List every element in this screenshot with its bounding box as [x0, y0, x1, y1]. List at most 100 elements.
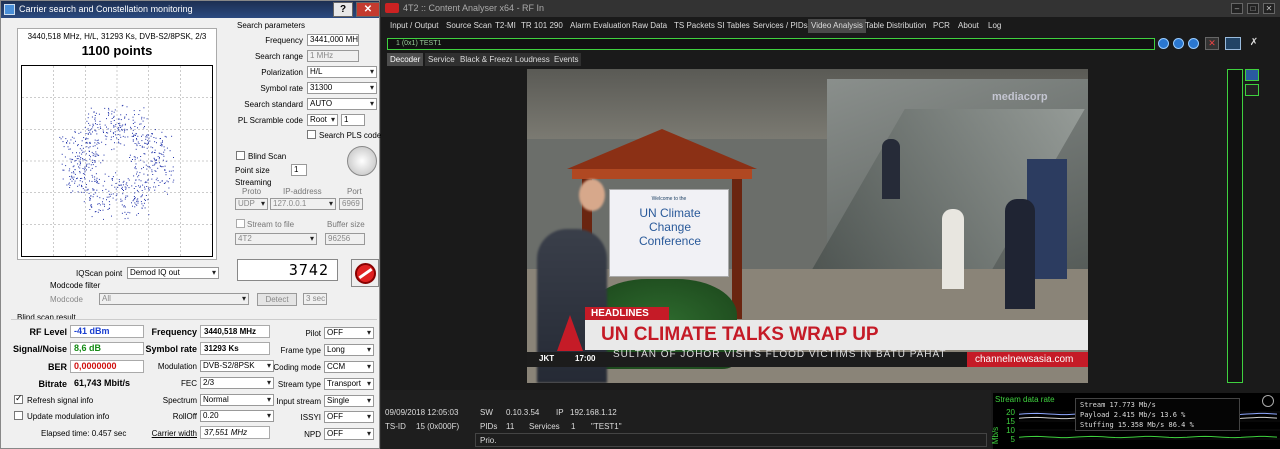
- symbol-rate-select[interactable]: 31300: [307, 82, 377, 94]
- play-icon[interactable]: [1173, 38, 1184, 49]
- point-size-input[interactable]: 1: [291, 164, 307, 176]
- subtab-black-freeze[interactable]: Black & Freeze: [457, 53, 518, 66]
- tab-services-pids[interactable]: Services / PIDs: [750, 19, 811, 33]
- zoom-icon[interactable]: [1262, 395, 1274, 407]
- refresh-signal-checkbox[interactable]: [14, 393, 23, 404]
- spectrum-select[interactable]: Normal: [200, 394, 274, 406]
- pilot-select[interactable]: OFF: [324, 327, 374, 339]
- proto-label: Proto: [242, 187, 262, 196]
- update-modulation-checkbox[interactable]: [14, 411, 23, 420]
- port-input[interactable]: 6969: [339, 198, 363, 210]
- frame-type-select[interactable]: Long: [324, 344, 374, 356]
- bitrate-label: Bitrate: [38, 379, 67, 389]
- buffer-size-input[interactable]: 96256: [325, 233, 365, 245]
- service-select-value: 1 (0x1) TEST1: [396, 40, 442, 47]
- scan-globe-icon[interactable]: [347, 146, 377, 176]
- help-button[interactable]: ?: [333, 2, 353, 17]
- carrier-width-label: Carrier width: [151, 429, 197, 438]
- left-titlebar: Carrier search and Constellation monitor…: [1, 1, 380, 18]
- tab-input-output[interactable]: Input / Output: [387, 19, 441, 33]
- rewind-icon[interactable]: [1158, 38, 1169, 49]
- subtab-decoder[interactable]: Decoder: [387, 53, 424, 66]
- search-range-input[interactable]: 1 MHz: [307, 50, 359, 62]
- tab-about[interactable]: About: [955, 19, 982, 33]
- ticker-city: JKT: [539, 354, 555, 363]
- stop-button[interactable]: [351, 259, 379, 287]
- modcode-label: Modcode: [50, 295, 83, 304]
- close-icon[interactable]: ✕: [1263, 3, 1275, 14]
- rolloff-select[interactable]: 0.20: [200, 410, 274, 422]
- forward-icon[interactable]: [1188, 38, 1199, 49]
- subtab-service[interactable]: Service: [425, 53, 458, 66]
- modulation-select[interactable]: DVB-S2/8PSK: [200, 360, 274, 372]
- search-pls-checkbox[interactable]: [307, 130, 316, 139]
- stream-target-select[interactable]: 4T2: [235, 233, 317, 245]
- search-standard-select[interactable]: AUTO: [307, 98, 377, 110]
- snr-value: 8,6 dB: [70, 342, 144, 355]
- subtab-loudness[interactable]: Loudness: [512, 53, 553, 66]
- maximize-icon[interactable]: □: [1247, 3, 1259, 14]
- sign-top-text: Welcome to the: [651, 196, 687, 202]
- minimize-icon[interactable]: –: [1231, 3, 1243, 14]
- stream-to-file-label: Stream to file: [247, 220, 295, 229]
- snr-label: Signal/Noise: [12, 344, 67, 354]
- tab-log[interactable]: Log: [985, 19, 1004, 33]
- input-stream-select[interactable]: Single: [324, 395, 374, 407]
- coding-mode-select[interactable]: CCM: [324, 361, 374, 373]
- tab-raw-data[interactable]: Raw Data: [629, 19, 670, 33]
- conference-sign: Welcome to the UN Climate Change Confere…: [609, 189, 729, 277]
- tools-icon[interactable]: ✗: [1247, 37, 1261, 50]
- tab-si-tables[interactable]: SI Tables: [714, 19, 753, 33]
- polarization-select[interactable]: H/L: [307, 66, 377, 78]
- result-frequency-value: 3440,518 MHz: [200, 325, 270, 338]
- pl-code-input[interactable]: 1: [341, 114, 365, 126]
- pilot-label: Pilot: [305, 329, 321, 338]
- tab-tr-101-290[interactable]: TR 101 290: [518, 19, 566, 33]
- tab-video-analysis[interactable]: Video Analysis: [808, 19, 866, 33]
- monitor-icon[interactable]: [1225, 37, 1241, 50]
- modcode-filter-label: Modcode filter: [50, 281, 101, 290]
- issyi-select[interactable]: OFF: [324, 411, 374, 423]
- fec-select[interactable]: 2/3: [200, 377, 274, 389]
- constellation-panel: 3440,518 MHz, H/L, 31293 Ks, DVB-S2/8PSK…: [17, 28, 217, 260]
- stream-to-file-checkbox[interactable]: [236, 219, 245, 228]
- data-rate-panel: Stream data rate Mb/s 20 15 10 5 Stream 17.…: [991, 393, 1280, 449]
- coding-mode-label: Coding mode: [273, 363, 321, 372]
- detect-time-input[interactable]: 3 sec: [303, 293, 327, 305]
- tab-t2-mi[interactable]: T2-MI: [492, 19, 519, 33]
- ip-address-select[interactable]: 127.0.0.1: [270, 198, 336, 210]
- bitrate-value: 61,743 Mbit/s: [74, 378, 131, 388]
- status-datetime: 09/09/2018 12:05:03: [385, 408, 459, 417]
- brand-url: channelnewsasia.com: [967, 352, 1088, 367]
- pl-mode-select[interactable]: Root: [307, 114, 338, 126]
- subtab-events[interactable]: Events: [551, 53, 582, 66]
- layout-single-icon[interactable]: [1245, 84, 1259, 96]
- payload-series-line: [1018, 435, 1278, 439]
- blind-scan-checkbox[interactable]: [236, 151, 245, 160]
- detect-button[interactable]: Detect: [257, 293, 297, 306]
- stream-type-select[interactable]: Transport: [324, 378, 374, 390]
- legend-payload: Payload 2.415 Mb/s 13.6 %: [1080, 411, 1186, 419]
- iqscan-select[interactable]: Demod IQ out: [127, 267, 219, 279]
- carrier-width-value: 37,551 MHz: [200, 426, 270, 439]
- constellation-plot: [21, 65, 213, 257]
- service-select[interactable]: 1 (0x1) TEST1: [387, 38, 1155, 50]
- close-window-button[interactable]: ✕: [356, 2, 380, 17]
- tab-table-distribution[interactable]: Table Distribution: [862, 19, 929, 33]
- rolloff-label: RollOff: [172, 412, 197, 421]
- modcode-select[interactable]: All: [99, 293, 249, 305]
- tab-ts-packets[interactable]: TS Packets: [671, 19, 718, 33]
- search-pls-label: Search PLS code: [319, 131, 382, 140]
- headline-bar: UN CLIMATE TALKS WRAP UP: [585, 320, 1088, 350]
- rate-tick-label: 5: [1011, 435, 1016, 444]
- tab-alarm-evaluation[interactable]: Alarm Evaluation: [567, 19, 633, 33]
- mute-icon[interactable]: ✕: [1205, 37, 1219, 50]
- tab-source-scan[interactable]: Source Scan: [443, 19, 495, 33]
- proto-select[interactable]: UDP: [235, 198, 268, 210]
- npd-select[interactable]: OFF: [324, 428, 374, 440]
- frequency-input[interactable]: 3441,000 MHz: [307, 34, 359, 46]
- streaming-label: Streaming: [235, 178, 272, 187]
- tab-pcr[interactable]: PCR: [930, 19, 953, 33]
- layout-grid-icon[interactable]: [1245, 69, 1259, 81]
- ticker-bar: JKT 17:00 SULTAN OF JOHOR VISITS FLOOD V…: [527, 349, 1088, 367]
